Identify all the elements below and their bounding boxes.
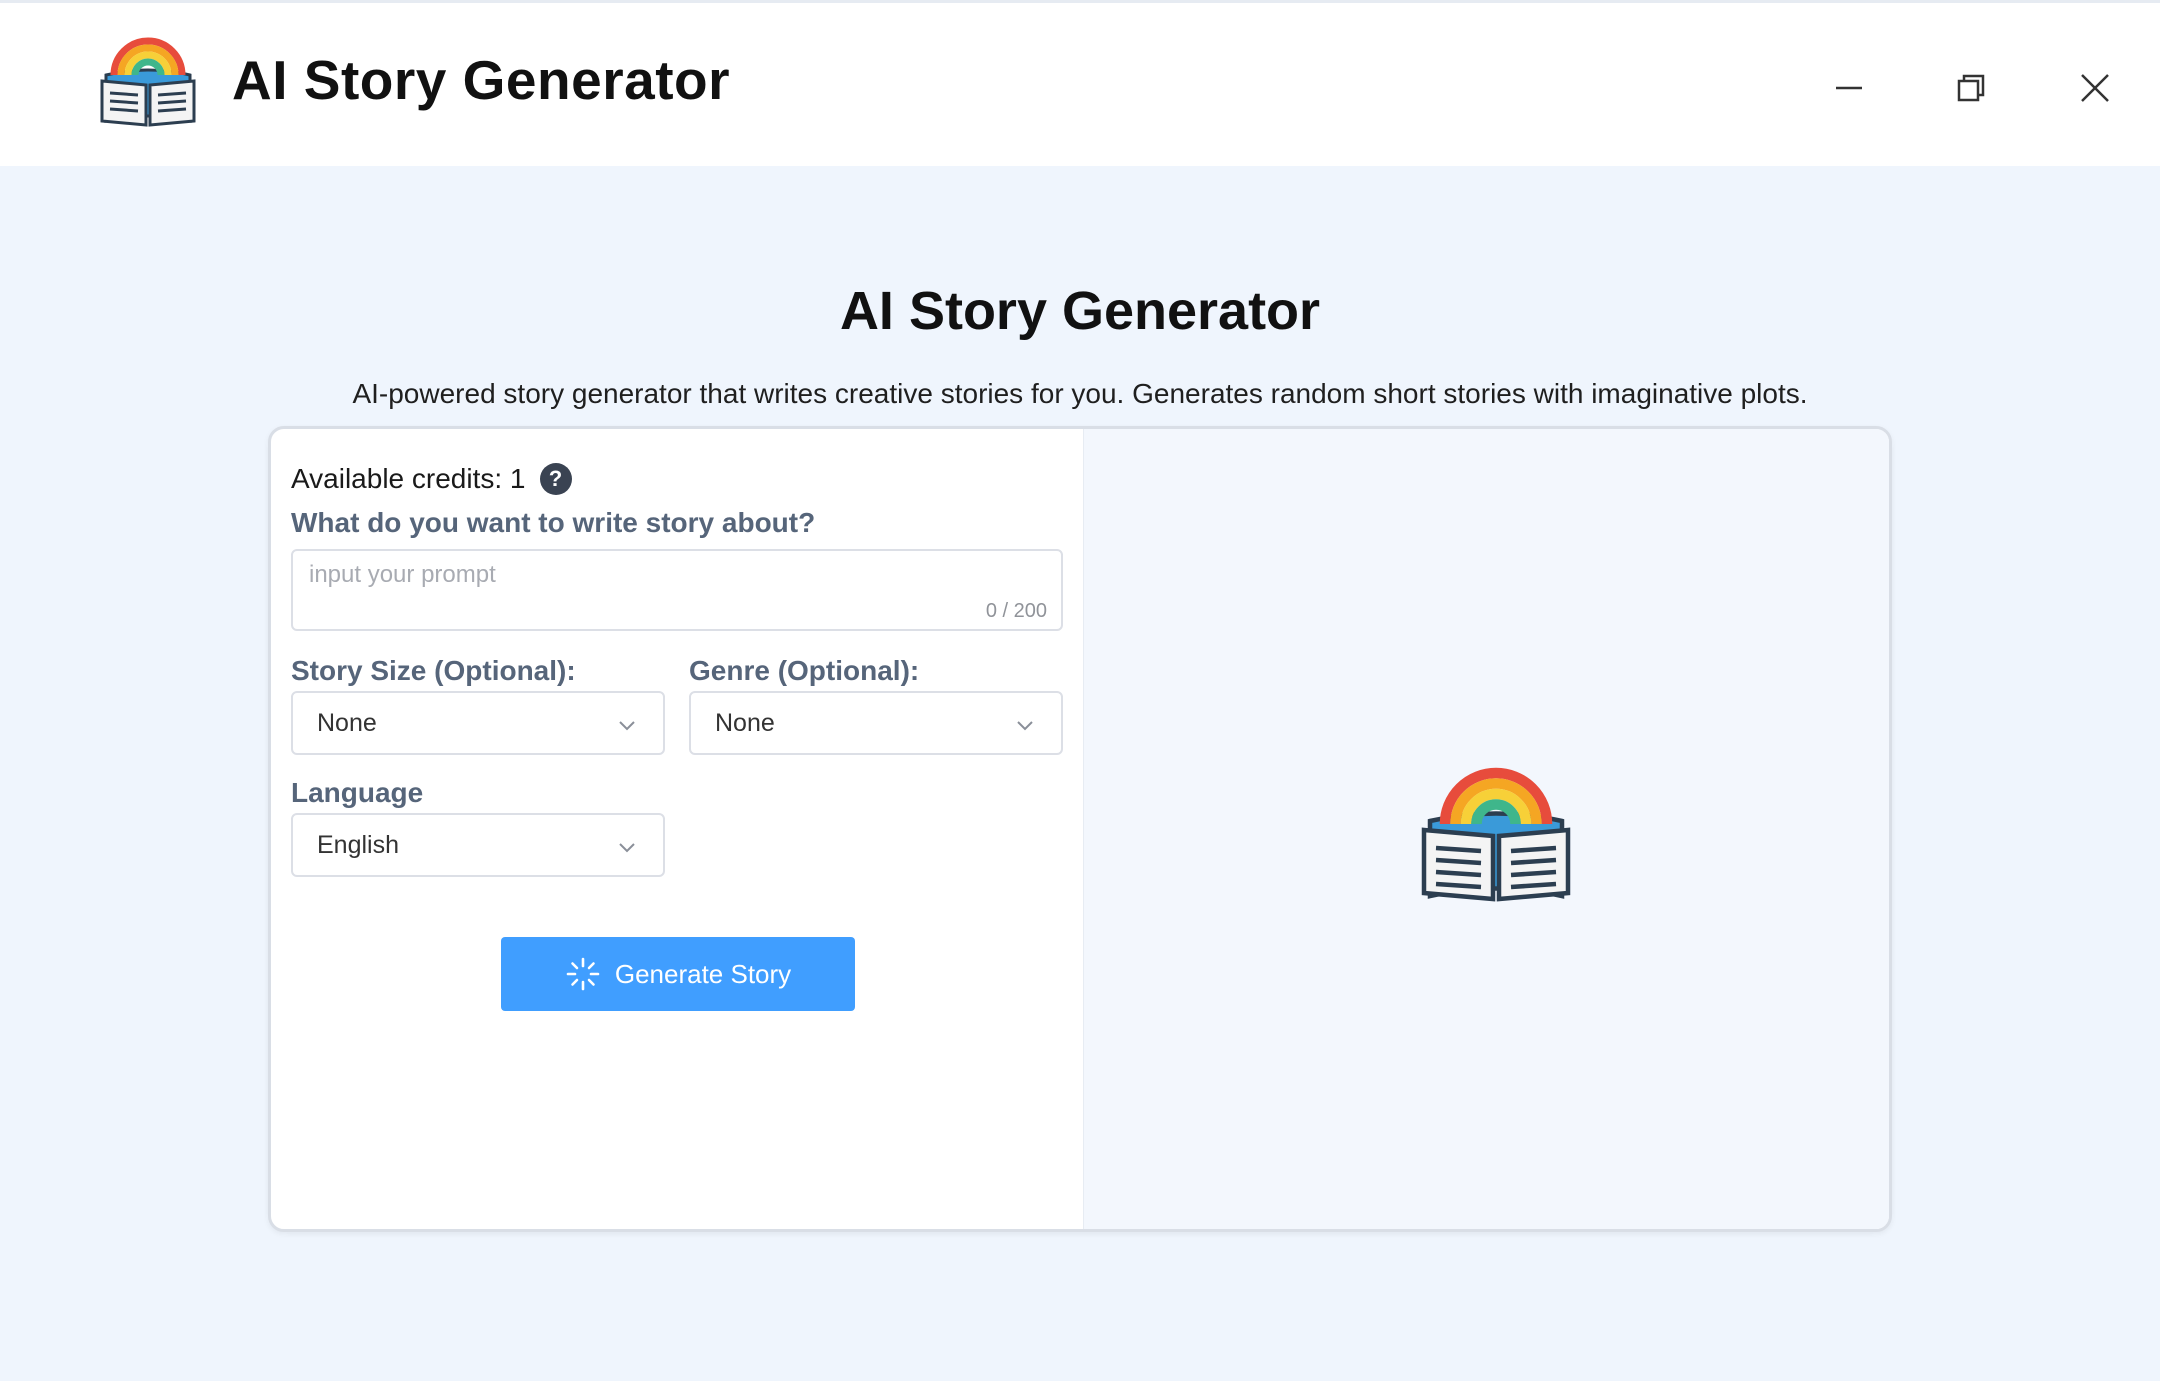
- title-bar: AI Story Generator: [0, 0, 2160, 166]
- loading-spark-icon: [566, 957, 600, 991]
- restore-button[interactable]: [1946, 63, 1996, 113]
- help-icon[interactable]: ?: [539, 463, 572, 495]
- close-icon: [2081, 74, 2109, 102]
- story-size-select[interactable]: None: [291, 691, 665, 755]
- minimize-button[interactable]: [1824, 63, 1874, 113]
- credits-label: Available credits: 1: [291, 463, 526, 494]
- language-select[interactable]: English: [291, 813, 665, 877]
- page-subtitle: AI-powered story generator that writes c…: [352, 378, 1808, 409]
- chevron-down-icon: [619, 721, 635, 731]
- generate-story-label: Generate Story: [614, 958, 792, 989]
- prompt-field: 0 / 200: [291, 549, 1063, 631]
- story-form-card: Available credits: 1 ? What do you want …: [268, 426, 1892, 1232]
- story-size-value: None: [317, 709, 377, 737]
- generate-story-button[interactable]: Generate Story: [501, 937, 855, 1011]
- story-size-label: Story Size (Optional):: [291, 655, 576, 686]
- genre-select[interactable]: None: [689, 691, 1063, 755]
- prompt-input[interactable]: [293, 551, 1061, 629]
- page-title: AI Story Generator: [839, 281, 1321, 341]
- genre-label: Genre (Optional):: [689, 655, 920, 686]
- language-value: English: [317, 831, 399, 859]
- chevron-down-icon: [1017, 721, 1033, 731]
- genre-value: None: [715, 709, 775, 737]
- minimize-icon: [1836, 86, 1862, 90]
- prompt-char-counter: 0 / 200: [985, 600, 1047, 622]
- chevron-down-icon: [619, 843, 635, 853]
- restore-icon: [1957, 74, 1985, 102]
- rainbow-book-icon: [100, 37, 196, 127]
- close-button[interactable]: [2070, 63, 2120, 113]
- rainbow-book-icon: [1421, 767, 1571, 902]
- credits-row: Available credits: 1 ?: [291, 463, 572, 495]
- app-title: AI Story Generator: [232, 49, 731, 111]
- prompt-label: What do you want to write story about?: [291, 507, 816, 538]
- language-label: Language: [291, 777, 424, 808]
- story-output-pane: [1083, 429, 1889, 1229]
